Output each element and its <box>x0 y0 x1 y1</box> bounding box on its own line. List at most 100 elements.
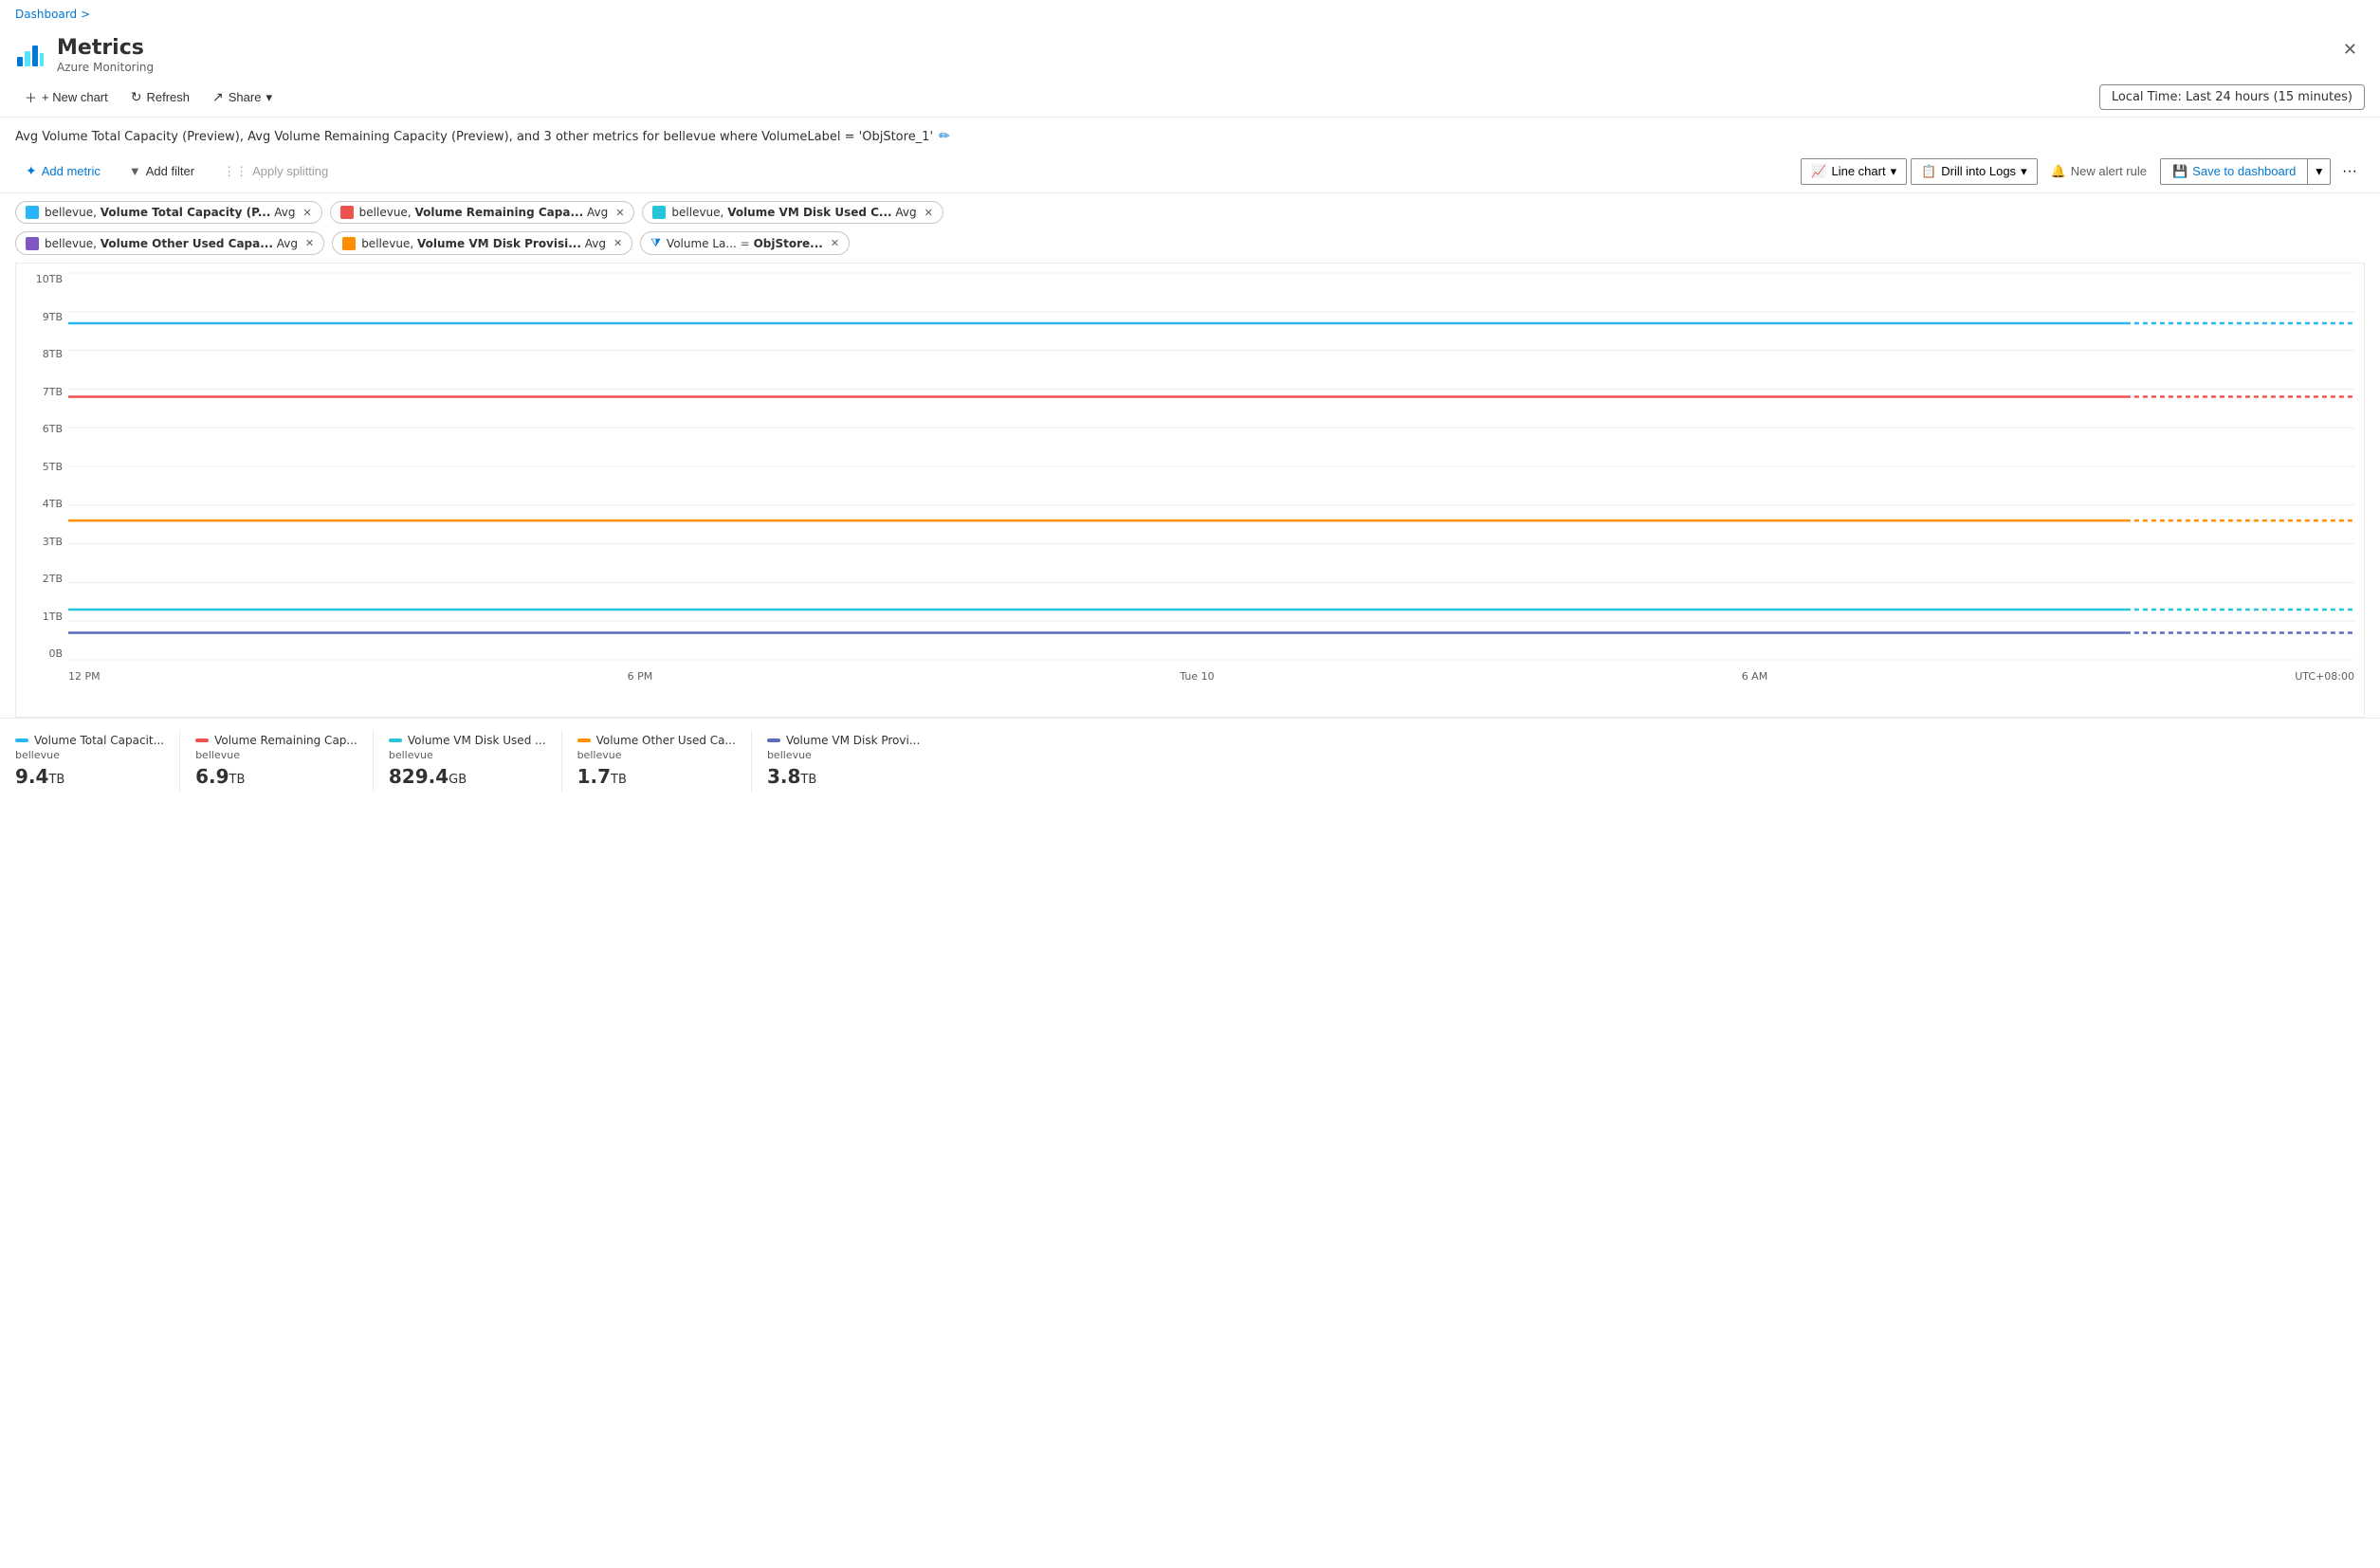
drill-into-logs-button[interactable]: 📋 Drill into Logs ▾ <box>1911 158 2037 185</box>
filter-tag[interactable]: ⧩ Volume La... = ObjStore... ✕ <box>640 231 850 255</box>
tag-close-3[interactable]: ✕ <box>925 207 933 219</box>
legend-color-2 <box>195 738 209 742</box>
split-icon: ⋮⋮ <box>223 164 247 179</box>
edit-title-icon[interactable]: ✏ <box>939 129 950 144</box>
tag-text-4: bellevue, Volume Other Used Capa... Avg <box>45 237 298 250</box>
tag-color-5 <box>342 237 356 250</box>
top-toolbar: ＋ + New chart ↻ Refresh ↗ Share ▾ Local … <box>0 78 2380 118</box>
tag-color-3 <box>652 206 666 219</box>
x-label-6pm: 6 PM <box>628 670 653 683</box>
tag-close-1[interactable]: ✕ <box>302 207 311 219</box>
legend-label-1: Volume Total Capacit... <box>15 734 164 747</box>
breadcrumb-link[interactable]: Dashboard <box>15 8 77 21</box>
save-icon: 💾 <box>2172 164 2188 179</box>
tag-close-5[interactable]: ✕ <box>613 237 622 249</box>
x-label-tue10: Tue 10 <box>1180 670 1214 683</box>
chart-title-row: Avg Volume Total Capacity (Preview), Avg… <box>0 118 2380 152</box>
apply-splitting-button[interactable]: ⋮⋮ Apply splitting <box>212 158 339 185</box>
breadcrumb-sep: > <box>81 8 90 21</box>
metrics-toolbar-right: 📈 Line chart ▾ 📋 Drill into Logs ▾ 🔔 New… <box>1801 158 2365 185</box>
y-axis: 10TB 9TB 8TB 7TB 6TB 5TB 4TB 3TB 2TB 1TB… <box>16 273 68 660</box>
chart-area: 10TB 9TB 8TB 7TB 6TB 5TB 4TB 3TB 2TB 1TB… <box>15 263 2365 718</box>
save-caret-icon: ▾ <box>2316 164 2322 178</box>
save-label: Save to dashboard <box>2192 164 2296 178</box>
tag-close-4[interactable]: ✕ <box>305 237 314 249</box>
y-label-2tb: 2TB <box>43 573 63 585</box>
add-metric-label: Add metric <box>42 164 101 178</box>
alert-icon: 🔔 <box>2051 164 2066 179</box>
refresh-icon: ↻ <box>131 89 142 105</box>
save-caret-button[interactable]: ▾ <box>2308 158 2331 185</box>
legend-sub-3: bellevue <box>389 749 546 761</box>
tag-close-2[interactable]: ✕ <box>615 207 624 219</box>
apply-splitting-label: Apply splitting <box>252 164 328 178</box>
metrics-toolbar-left: ✦ Add metric ▼ Add filter ⋮⋮ Apply split… <box>15 157 339 185</box>
chart-container: ‹ 10TB 9TB 8TB 7TB 6TB 5TB 4TB 3TB 2TB 1… <box>0 263 2380 718</box>
metrics-toolbar: ✦ Add metric ▼ Add filter ⋮⋮ Apply split… <box>0 152 2380 193</box>
legend-row: Volume Total Capacit... bellevue 9.4TB V… <box>0 718 2380 795</box>
new-chart-button[interactable]: ＋ + New chart <box>15 83 118 111</box>
legend-value-3: 829.4GB <box>389 765 546 788</box>
more-icon: ··· <box>2342 163 2357 179</box>
toolbar-actions: ＋ + New chart ↻ Refresh ↗ Share ▾ <box>15 83 282 111</box>
new-alert-rule-button[interactable]: 🔔 New alert rule <box>2041 159 2156 184</box>
y-label-6tb: 6TB <box>43 423 63 435</box>
metric-tag-3[interactable]: bellevue, Volume VM Disk Used C... Avg ✕ <box>642 201 943 224</box>
share-button[interactable]: ↗ Share ▾ <box>203 84 282 110</box>
legend-label-3: Volume VM Disk Used ... <box>389 734 546 747</box>
tag-color-4 <box>26 237 39 250</box>
plus-icon: ＋ <box>25 88 37 106</box>
more-options-button[interactable]: ··· <box>2334 158 2365 185</box>
line-chart-icon: 📈 <box>1811 164 1826 179</box>
filter-funnel-icon: ⧩ <box>650 236 661 250</box>
y-label-7tb: 7TB <box>43 386 63 398</box>
legend-color-5 <box>767 738 780 742</box>
close-button[interactable]: ✕ <box>2335 36 2365 64</box>
legend-value-2: 6.9TB <box>195 765 357 788</box>
filter-icon: ▼ <box>129 164 141 178</box>
legend-label-5: Volume VM Disk Provi... <box>767 734 920 747</box>
legend-value-5: 3.8TB <box>767 765 920 788</box>
header-title-block: Metrics Azure Monitoring <box>57 36 154 74</box>
save-to-dashboard-button[interactable]: 💾 Save to dashboard <box>2160 158 2308 185</box>
time-selector[interactable]: Local Time: Last 24 hours (15 minutes) <box>2099 84 2365 110</box>
tag-color-1 <box>26 206 39 219</box>
metric-tags-row2: bellevue, Volume Other Used Capa... Avg … <box>0 231 2380 263</box>
y-label-3tb: 3TB <box>43 536 63 548</box>
add-metric-button[interactable]: ✦ Add metric <box>15 157 111 185</box>
header-left: Metrics Azure Monitoring <box>15 36 154 74</box>
metric-tag-1[interactable]: bellevue, Volume Total Capacity (P... Av… <box>15 201 322 224</box>
page-title: Metrics <box>57 36 154 61</box>
metric-tags: bellevue, Volume Total Capacity (P... Av… <box>0 193 2380 231</box>
x-label-12pm: 12 PM <box>68 670 101 683</box>
legend-item-1: Volume Total Capacit... bellevue 9.4TB <box>15 730 180 792</box>
share-label: Share <box>229 90 262 104</box>
metrics-icon <box>15 40 46 70</box>
x-label-6am: 6 AM <box>1742 670 1768 683</box>
chart-svg <box>68 273 2354 660</box>
line-chart-button[interactable]: 📈 Line chart ▾ <box>1801 158 1907 185</box>
breadcrumb: Dashboard > <box>0 0 2380 28</box>
legend-item-3: Volume VM Disk Used ... bellevue 829.4GB <box>389 730 562 792</box>
share-caret-icon: ▾ <box>265 90 272 105</box>
y-label-4tb: 4TB <box>43 498 63 510</box>
legend-item-2: Volume Remaining Cap... bellevue 6.9TB <box>195 730 374 792</box>
header: Metrics Azure Monitoring ✕ <box>0 28 2380 78</box>
line-chart-caret: ▾ <box>1891 164 1897 179</box>
metric-tag-5[interactable]: bellevue, Volume VM Disk Provisi... Avg … <box>332 231 632 255</box>
legend-label-2: Volume Remaining Cap... <box>195 734 357 747</box>
y-label-0b: 0B <box>48 647 63 660</box>
metric-tag-2[interactable]: bellevue, Volume Remaining Capa... Avg ✕ <box>330 201 635 224</box>
refresh-button[interactable]: ↻ Refresh <box>121 84 199 110</box>
metric-tag-4[interactable]: bellevue, Volume Other Used Capa... Avg … <box>15 231 324 255</box>
filter-tag-close[interactable]: ✕ <box>831 237 839 249</box>
add-filter-button[interactable]: ▼ Add filter <box>119 158 205 184</box>
tag-text-1: bellevue, Volume Total Capacity (P... Av… <box>45 206 295 219</box>
legend-sub-5: bellevue <box>767 749 920 761</box>
drill-caret: ▾ <box>2021 164 2027 179</box>
y-label-10tb: 10TB <box>36 273 63 285</box>
time-selector-label: Local Time: Last 24 hours (15 minutes) <box>2112 90 2353 104</box>
line-chart-label: Line chart <box>1831 164 1885 178</box>
tag-text-3: bellevue, Volume VM Disk Used C... Avg <box>671 206 916 219</box>
legend-label-4: Volume Other Used Ca... <box>577 734 736 747</box>
